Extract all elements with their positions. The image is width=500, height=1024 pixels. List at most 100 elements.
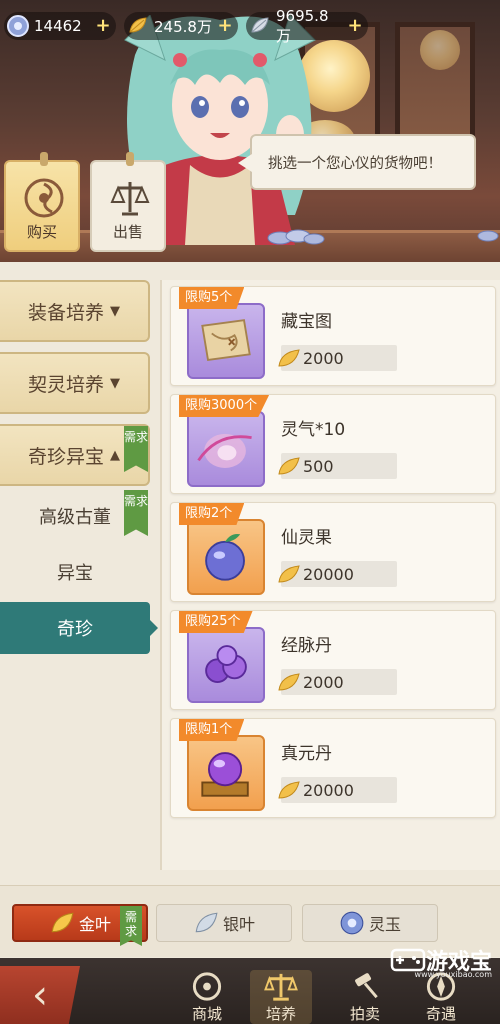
gold-leaf-icon <box>278 565 300 583</box>
jade-orb-icon <box>340 911 364 935</box>
need-badge-text: 需求 <box>124 494 149 508</box>
gold-leaf-icon <box>51 912 74 933</box>
npc-speech-bubble: 挑选一个您心仪的货物吧！ <box>238 134 476 190</box>
jade-coins-decoration <box>267 229 325 245</box>
currency-tab-jade-label: 灵玉 <box>368 915 401 934</box>
treasure-map-icon <box>201 319 251 362</box>
silver-leaf-icon <box>251 17 269 33</box>
item-price-value: 20000 <box>303 564 354 584</box>
purchase-limit-badge: 限购1个 <box>179 719 245 741</box>
nav-item-trade[interactable]: 培养 <box>250 970 312 1024</box>
currency-gold-leaf: 245.8万 + <box>124 12 238 40</box>
add-silver-leaf-button[interactable]: + <box>346 17 364 35</box>
back-arrow-icon: ‹ <box>32 972 48 1018</box>
jade-coins-decoration <box>477 230 499 242</box>
gold-leaf-icon <box>278 349 300 367</box>
need-badge-text: 需求 <box>124 910 137 938</box>
item-card[interactable]: 限购25个 经脉丹 2000 <box>170 610 496 710</box>
item-price-value: 2000 <box>303 348 344 368</box>
purchase-limit-badge: 限购2个 <box>179 503 245 525</box>
currency-gold-leaf-value: 245.8万 <box>154 17 212 36</box>
item-price-value: 2000 <box>303 672 344 692</box>
item-card[interactable]: 限购5个 藏宝图 2000 <box>170 286 496 386</box>
category-equipment[interactable]: 装备培养 ▼ <box>0 280 150 342</box>
category-treasure[interactable]: 奇珍异宝 ▲ 需求 <box>0 424 150 486</box>
purchase-limit-badge: 限购25个 <box>179 611 253 633</box>
currency-tab-silver[interactable]: 银叶 <box>156 904 292 942</box>
sub-item-label: 异宝 <box>57 563 93 584</box>
item-card[interactable]: 限购3000个 灵气*10 500 <box>170 394 496 494</box>
item-icon-frame <box>187 303 265 379</box>
currency-silver-leaf: 9695.8万 + <box>246 7 368 45</box>
item-name: 仙灵果 <box>281 528 332 548</box>
need-badge: 需求 <box>120 906 142 946</box>
item-name: 灵气*10 <box>281 420 346 440</box>
silver-leaf-icon <box>195 912 218 933</box>
buy-swirl-icon <box>24 178 64 218</box>
gavel-icon <box>355 973 378 999</box>
item-icon-frame <box>187 735 265 811</box>
watermark-url: www.youxibao.com <box>414 970 492 979</box>
category-treasure-label: 奇珍异宝 <box>27 445 104 468</box>
item-card[interactable]: 限购2个 仙灵果 20000 <box>170 502 496 602</box>
need-badge: 需求 <box>124 426 148 472</box>
currency-tab-jade[interactable]: 灵玉 <box>302 904 438 942</box>
watermark-logo: 游戏宝 www.youxibao.com <box>390 944 492 979</box>
sub-item-label: 奇珍 <box>57 619 93 640</box>
back-button[interactable]: ‹ <box>0 966 80 1024</box>
item-name: 经脉丹 <box>281 636 332 656</box>
npc-speech-text: 挑选一个您心仪的货物吧！ <box>268 155 442 172</box>
item-name: 藏宝图 <box>281 312 332 332</box>
currency-silver-leaf-value: 9695.8万 <box>276 6 329 45</box>
tab-buy[interactable]: 购买 <box>4 152 80 252</box>
lantern-decoration <box>420 30 460 70</box>
spirit-essence-icon <box>197 433 252 468</box>
category-equipment-label: 装备培养 <box>27 301 104 324</box>
gold-leaf-icon <box>278 457 300 475</box>
item-price-value: 500 <box>303 456 334 476</box>
item-price: 20000 <box>278 561 397 587</box>
currency-tab-silver-label: 银叶 <box>222 915 255 934</box>
item-price: 20000 <box>278 777 397 803</box>
sub-item-rare-gem[interactable]: 奇珍 <box>0 602 158 654</box>
tag-rope <box>126 152 134 166</box>
item-card[interactable]: 限购1个 真元丹 20000 <box>170 718 496 818</box>
category-contract[interactable]: 契灵培养 ▼ <box>0 352 150 414</box>
tab-sell[interactable]: 出售 <box>90 152 166 252</box>
item-icon-frame <box>187 411 265 487</box>
need-badge-text: 需求 <box>124 430 149 444</box>
chevron-up-icon: ▲ <box>110 447 120 463</box>
currency-jade: 14462 + <box>4 12 116 40</box>
spirit-fruit-icon <box>205 533 245 581</box>
currency-bar: 14462 + 245.8万 + 9695.8万 + <box>4 7 368 45</box>
chevron-down-icon: ▼ <box>110 375 120 391</box>
tag-rope <box>40 152 48 166</box>
swirl-icon <box>192 972 222 1001</box>
nav-item-label: 培养 <box>265 1005 296 1023</box>
item-icon-frame <box>187 519 265 595</box>
nav-item-label: 拍卖 <box>349 1005 380 1023</box>
currency-jade-value: 14462 <box>34 17 82 35</box>
currency-tab-gold[interactable]: 金叶 需求 <box>12 904 148 946</box>
gold-leaf-icon <box>278 781 300 799</box>
item-price: 2000 <box>278 345 397 371</box>
purchase-limit-badge: 限购3000个 <box>179 395 270 417</box>
item-icon-frame <box>187 627 265 703</box>
scale-icon <box>264 973 298 1001</box>
scale-icon <box>110 182 150 216</box>
nav-item-mall[interactable]: 商城 <box>176 970 238 1024</box>
sub-item-antique[interactable]: 高级古董 需求 <box>0 490 150 542</box>
currency-tab-gold-label: 金叶 <box>78 915 111 934</box>
chevron-down-icon: ▼ <box>110 303 120 319</box>
add-jade-button[interactable]: + <box>94 17 112 35</box>
jade-orb-icon <box>7 15 29 37</box>
nav-item-auction[interactable]: 拍卖 <box>334 970 396 1024</box>
item-price: 2000 <box>278 669 397 695</box>
add-gold-leaf-button[interactable]: + <box>216 17 234 35</box>
sub-item-rare-treasure[interactable]: 异宝 <box>0 546 150 598</box>
sub-item-label: 高级古董 <box>39 507 111 528</box>
category-contract-label: 契灵培养 <box>27 373 104 396</box>
need-badge: 需求 <box>124 490 148 536</box>
nav-item-label: 奇遇 <box>425 1005 456 1023</box>
item-price-value: 20000 <box>303 780 354 800</box>
